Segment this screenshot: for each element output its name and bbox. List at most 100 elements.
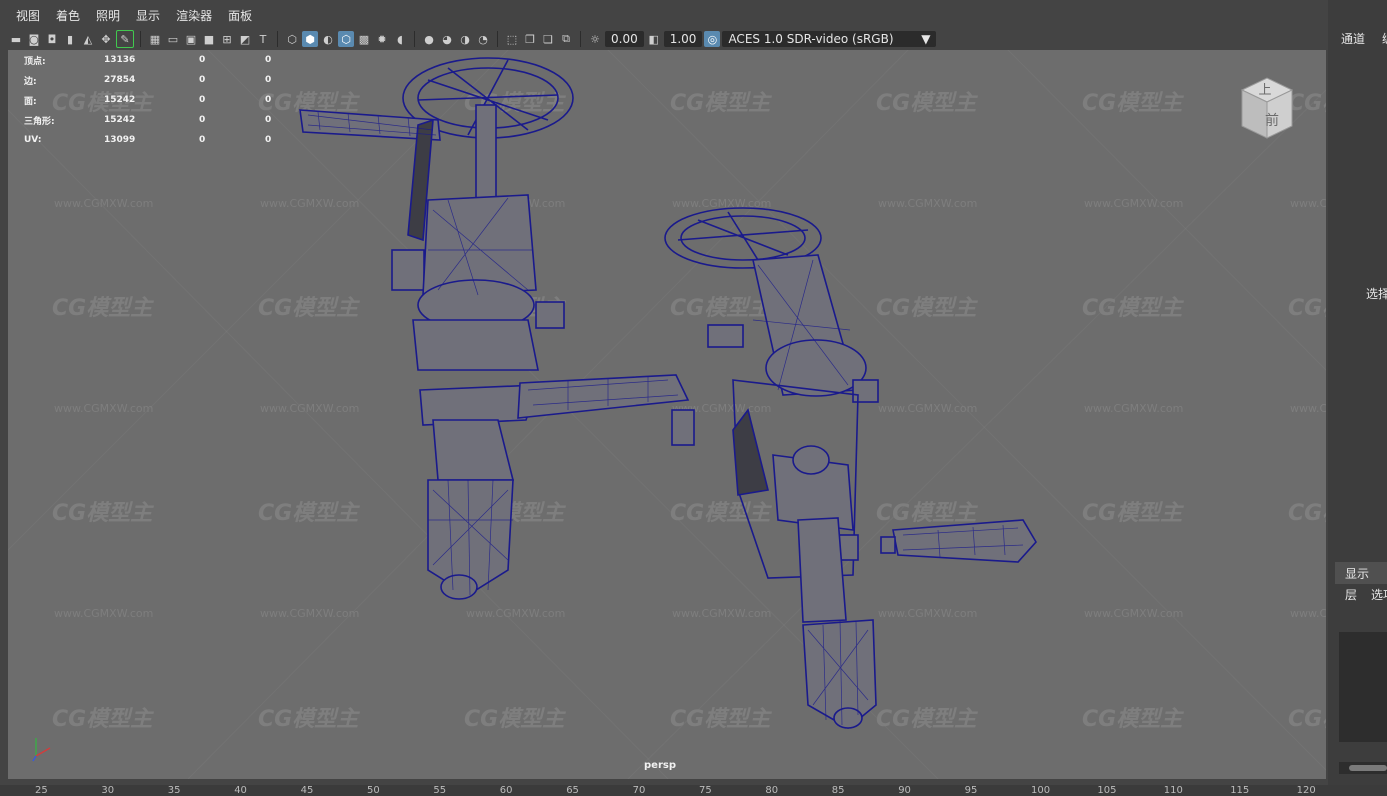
- grid-icon[interactable]: ▦: [147, 31, 163, 47]
- layer-list[interactable]: [1339, 632, 1387, 742]
- panel-menubar: 视图 着色 照明 显示 渲染器 面板: [8, 5, 1326, 27]
- ambient-occlusion-icon[interactable]: ●: [421, 31, 437, 47]
- smooth-shade-icon[interactable]: ⬢: [302, 31, 318, 47]
- menu-show[interactable]: 显示: [128, 5, 168, 27]
- timeline-tick: 40: [234, 785, 247, 796]
- exposure-field[interactable]: 0.00: [605, 31, 644, 47]
- safe-title-icon[interactable]: T: [255, 31, 271, 47]
- timeline-tick: 30: [101, 785, 115, 796]
- toolbar-separator: [277, 31, 278, 47]
- lighting-icon[interactable]: ✹: [374, 31, 390, 47]
- gamma-icon[interactable]: ◧: [646, 31, 662, 47]
- hud-selected: 0: [199, 55, 206, 65]
- menu-panels[interactable]: 面板: [220, 5, 260, 27]
- toolbar-separator: [414, 31, 415, 47]
- layer-scrollbar[interactable]: [1339, 762, 1387, 774]
- image-plane-icon[interactable]: ◭: [80, 31, 96, 47]
- hud-row: 三角形: 15242 0 0: [24, 110, 271, 130]
- scrollbar-thumb[interactable]: [1349, 765, 1387, 771]
- toolbar-separator: [497, 31, 498, 47]
- film-gate-icon[interactable]: ▭: [165, 31, 181, 47]
- camera-name-label: persp: [644, 760, 676, 771]
- grease-pencil-icon[interactable]: ✎: [116, 30, 134, 48]
- hud-label: 边:: [24, 76, 37, 87]
- timeline-tick: 90: [898, 785, 911, 796]
- menu-shading[interactable]: 着色: [48, 5, 88, 27]
- menu-options[interactable]: 选项: [1371, 586, 1387, 603]
- hud-selected: 0: [199, 135, 206, 145]
- tab-channels[interactable]: 通道: [1341, 30, 1365, 47]
- hud-row: UV: 13099 0 0: [24, 130, 271, 150]
- two-d-pan-icon[interactable]: ✥: [98, 31, 114, 47]
- timeline-tick: 115: [1230, 785, 1250, 796]
- tab-edit-fragment[interactable]: 编: [1382, 30, 1387, 47]
- safe-action-icon[interactable]: ◩: [237, 31, 253, 47]
- xray-active-icon[interactable]: ❏: [540, 31, 556, 47]
- color-space-label: ACES 1.0 SDR-video (sRGB): [728, 32, 894, 46]
- hud-selected: 0: [199, 115, 206, 125]
- timeline-tick: 60: [499, 785, 513, 796]
- color-management-icon[interactable]: ◎: [704, 31, 721, 47]
- wireframe-icon[interactable]: ⬡: [284, 31, 300, 47]
- camera-attr-icon[interactable]: ◙: [26, 31, 42, 47]
- timeline-tick: 65: [566, 785, 579, 796]
- menu-lighting[interactable]: 照明: [88, 5, 128, 27]
- viewport-canvas[interactable]: CG模型主 CG模型主 CG模型主 CG模型主 www.CGMXW.com www.CGM…: [8, 50, 1326, 779]
- drill-model-right[interactable]: [8, 50, 1326, 779]
- timeline-tick: 75: [699, 785, 712, 796]
- bounding-box-icon[interactable]: ⧉: [558, 31, 574, 47]
- gate-mask-icon[interactable]: ■: [201, 31, 217, 47]
- time-slider[interactable]: 25 30 35 40 45 50 55 60 65 70 75 80 85 90 95 100 105 110 1…: [0, 785, 1387, 796]
- timeline-tick: 45: [300, 785, 314, 796]
- xray-icon[interactable]: ▩: [356, 31, 372, 47]
- timeline-tick: 50: [367, 785, 380, 796]
- select-label: 选择: [1366, 287, 1387, 301]
- color-space-dropdown[interactable]: ACES 1.0 SDR-video (sRGB) ▼: [722, 31, 937, 47]
- timeline-tick: 95: [964, 785, 978, 796]
- hud-label: UV:: [24, 135, 42, 145]
- gamma-field[interactable]: 1.00: [663, 31, 703, 47]
- timeline-tick: 105: [1097, 785, 1117, 796]
- timeline-tick: 85: [831, 785, 845, 796]
- hud-label: 面:: [24, 96, 37, 107]
- field-chart-icon[interactable]: ⊞: [219, 31, 235, 47]
- hud-component: 0: [265, 95, 272, 105]
- motion-blur-icon[interactable]: ◕: [439, 31, 455, 47]
- view-cube-top-label: 上: [1258, 83, 1271, 98]
- timeline-tick: 25: [35, 785, 48, 796]
- isolate-icon[interactable]: ⬚: [504, 31, 520, 47]
- camera-icon[interactable]: ▬: [8, 31, 24, 47]
- hud-row: 面: 15242 0 0: [24, 90, 271, 110]
- hud-row: 边: 27854 0 0: [24, 70, 271, 90]
- hud-component: 0: [265, 135, 272, 145]
- resolution-gate-icon[interactable]: ▣: [183, 31, 199, 47]
- exposure-icon[interactable]: ☼: [587, 31, 603, 47]
- antialias-icon[interactable]: ◑: [457, 31, 473, 47]
- poly-count-hud: 顶点: 13136 0 0 边: 27854 0 0 面: 15242 0 0 …: [24, 50, 271, 150]
- camera-lock-icon[interactable]: ◘: [44, 31, 60, 47]
- wireframe-on-shaded-icon[interactable]: ⬡: [338, 31, 354, 47]
- flat-shade-icon[interactable]: ◐: [320, 31, 336, 47]
- hud-value: 13136: [104, 55, 136, 65]
- hud-component: 0: [265, 55, 272, 65]
- menu-layers[interactable]: 层: [1345, 586, 1357, 603]
- menu-renderer[interactable]: 渲染器: [168, 5, 220, 27]
- panel-toolbar: ▬ ◙ ◘ ▮ ◭ ✥ ✎ ▦ ▭ ▣ ■ ⊞ ◩ T ⬡ ⬢ ◐ ⬡ ▩ ✹ …: [8, 27, 1326, 52]
- hud-value: 15242: [104, 95, 136, 105]
- dropdown-icon: ▼: [921, 32, 931, 46]
- menu-view[interactable]: 视图: [8, 5, 48, 27]
- bookmark-icon[interactable]: ▮: [62, 31, 78, 47]
- view-cube[interactable]: 上 前: [1232, 72, 1302, 142]
- layer-editor-tabs: 显示: [1335, 562, 1387, 584]
- axis-gizmo: [32, 738, 51, 762]
- depth-of-field-icon[interactable]: ◔: [475, 31, 491, 47]
- toolbar-separator: [580, 31, 581, 47]
- viewport-panel: 视图 着色 照明 显示 渲染器 面板 ▬ ◙ ◘ ▮ ◭ ✥ ✎ ▦ ▭ ▣ ■…: [0, 0, 1328, 785]
- xray-joint-icon[interactable]: ❐: [522, 31, 538, 47]
- tab-display[interactable]: 显示: [1345, 565, 1369, 582]
- hud-label: 三角形:: [24, 116, 55, 127]
- hud-value: 15242: [104, 115, 136, 125]
- hud-component: 0: [265, 115, 272, 125]
- shadows-icon[interactable]: ◖: [392, 31, 408, 47]
- hud-component: 0: [265, 75, 272, 85]
